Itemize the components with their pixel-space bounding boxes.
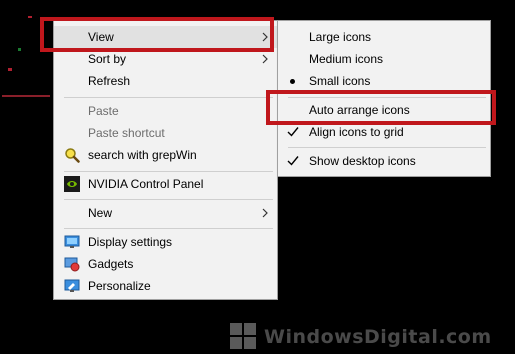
menu-item-label: search with grepWin bbox=[88, 148, 197, 162]
submenu-item-small-icons[interactable]: Small icons bbox=[278, 70, 490, 92]
menu-item-personalize[interactable]: Personalize bbox=[54, 275, 277, 297]
menu-item-paste[interactable]: Paste bbox=[54, 100, 277, 122]
menu-separator bbox=[288, 147, 486, 148]
chevron-right-icon bbox=[262, 208, 268, 218]
menu-separator bbox=[64, 97, 273, 98]
view-highlight-box bbox=[40, 17, 274, 52]
menu-item-new[interactable]: New bbox=[54, 202, 277, 224]
menu-item-label: Gadgets bbox=[88, 257, 134, 271]
menu-item-display-settings[interactable]: Display settings bbox=[54, 231, 277, 253]
nvidia-icon bbox=[64, 176, 80, 192]
menu-item-label: Paste bbox=[88, 104, 119, 118]
menu-separator bbox=[64, 228, 273, 229]
submenu-item-label: Large icons bbox=[309, 30, 372, 44]
submenu-item-label: Show desktop icons bbox=[309, 154, 416, 168]
submenu-item-label: Small icons bbox=[309, 74, 371, 88]
desktop-artifact bbox=[18, 48, 21, 51]
menu-item-paste-shortcut[interactable]: Paste shortcut bbox=[54, 122, 277, 144]
menu-item-label: NVIDIA Control Panel bbox=[88, 177, 204, 191]
display-icon bbox=[64, 235, 80, 248]
menu-item-label: New bbox=[88, 206, 113, 220]
radio-bullet-icon bbox=[290, 79, 295, 84]
menu-item-search-grepwin[interactable]: search with grepWin bbox=[54, 144, 277, 166]
watermark: WindowsDigital.com bbox=[230, 323, 512, 351]
menu-item-gadgets[interactable]: Gadgets bbox=[54, 253, 277, 275]
chevron-right-icon bbox=[262, 54, 268, 64]
gadgets-icon bbox=[64, 257, 80, 272]
menu-item-label: Paste shortcut bbox=[88, 126, 165, 140]
menu-separator bbox=[64, 199, 273, 200]
menu-item-nvidia-control-panel[interactable]: NVIDIA Control Panel bbox=[54, 173, 277, 195]
desktop-context-menu: View Sort by Refresh Paste Paste shortcu… bbox=[53, 20, 278, 300]
desktop-artifact bbox=[2, 95, 50, 97]
windows-logo-icon bbox=[230, 323, 256, 349]
watermark-text: WindowsDigital.com bbox=[264, 326, 492, 348]
submenu-item-show-desktop-icons[interactable]: Show desktop icons bbox=[278, 150, 490, 172]
checkmark-icon bbox=[287, 127, 299, 137]
submenu-item-label: Medium icons bbox=[309, 52, 384, 66]
personalize-icon bbox=[64, 279, 80, 292]
submenu-item-medium-icons[interactable]: Medium icons bbox=[278, 48, 490, 70]
desktop-artifact bbox=[28, 16, 32, 18]
desktop-artifact bbox=[8, 68, 12, 71]
menu-item-label: Display settings bbox=[88, 235, 173, 249]
checkmark-icon bbox=[287, 156, 299, 166]
auto-arrange-highlight-box bbox=[266, 90, 496, 125]
menu-separator bbox=[64, 171, 273, 172]
submenu-item-large-icons[interactable]: Large icons bbox=[278, 26, 490, 48]
magnifier-icon bbox=[65, 148, 80, 163]
menu-item-refresh[interactable]: Refresh bbox=[54, 70, 277, 92]
menu-item-label: Refresh bbox=[88, 74, 131, 88]
menu-item-label: Personalize bbox=[88, 279, 151, 293]
